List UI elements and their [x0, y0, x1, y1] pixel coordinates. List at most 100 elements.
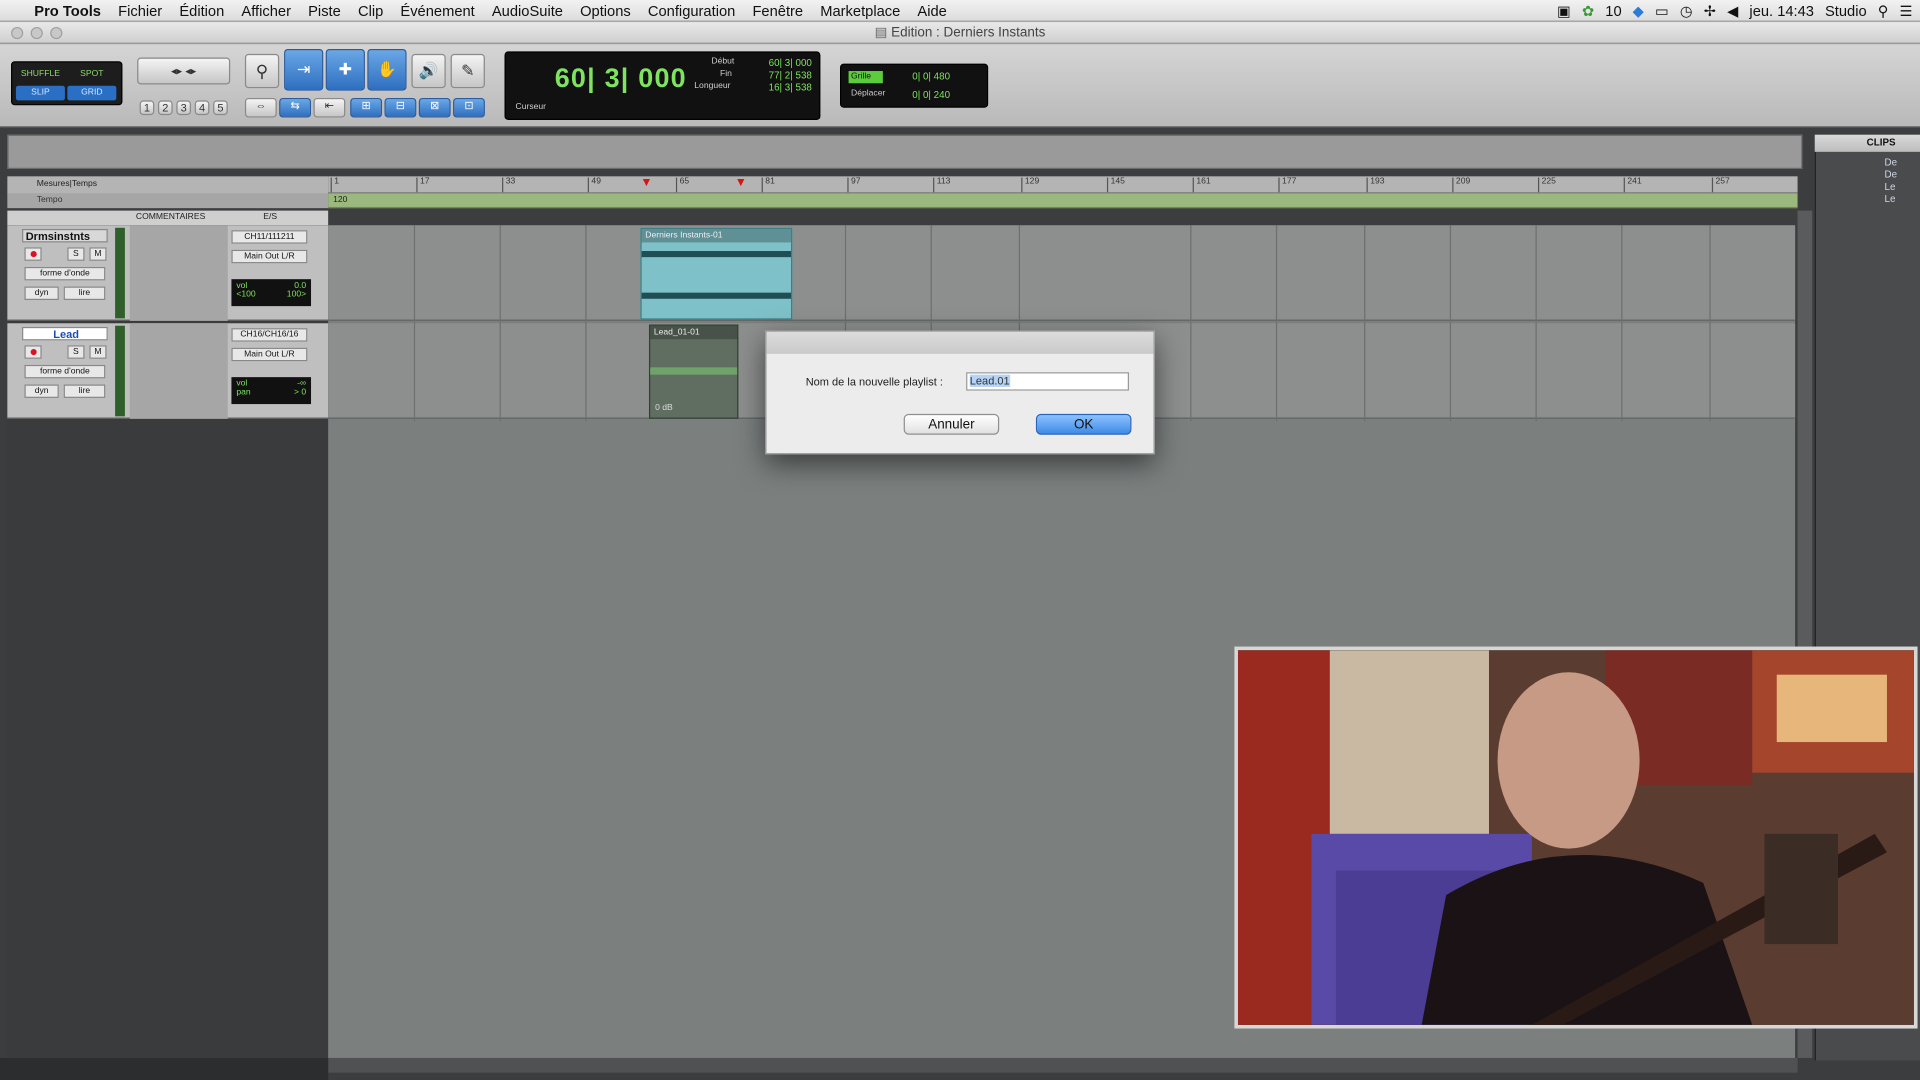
camera-icon[interactable]: ▣: [1557, 2, 1571, 19]
trim-tool-icon[interactable]: ⇥: [284, 48, 324, 91]
mute-button[interactable]: M: [89, 345, 107, 359]
track-input[interactable]: CH16/CH16/16: [231, 328, 308, 342]
clip-list-item[interactable]: Dе: [1821, 157, 1898, 169]
track-output[interactable]: Main Out L/R: [231, 347, 308, 362]
track-comments[interactable]: [129, 225, 228, 321]
volume-readout[interactable]: vol 0.0 <100 100>: [231, 279, 312, 307]
clips-panel-title[interactable]: CLIPS: [1814, 134, 1920, 152]
counter-start-value[interactable]: 60| 3| 000: [753, 58, 812, 69]
loop-icon[interactable]: ⊡: [453, 97, 485, 118]
menu-app-name[interactable]: Pro Tools: [26, 2, 110, 19]
tempo-ruler[interactable]: 120: [328, 193, 1798, 209]
pencil-tool-icon[interactable]: ✎: [450, 53, 485, 89]
zoom-buttons[interactable]: ◂▸ ◂▸: [137, 57, 231, 85]
playlist-name-input[interactable]: Lead.01: [966, 372, 1129, 391]
mode-shuffle[interactable]: SHUFFLE: [16, 67, 65, 82]
volume-readout[interactable]: vol -∞ pan > 0: [231, 377, 312, 405]
status-number[interactable]: 10: [1605, 2, 1621, 19]
follow-playback-icon[interactable]: ⊠: [418, 97, 451, 118]
scrubber-tool-icon[interactable]: 🔊: [411, 53, 446, 89]
cancel-button[interactable]: Annuler: [903, 413, 1000, 435]
track-header-drums[interactable]: Drmsinstnts S M forme d'onde dyn lire CH…: [7, 225, 329, 321]
record-arm-icon[interactable]: [24, 345, 42, 359]
counter-main-value[interactable]: 60| 3| 000: [555, 62, 687, 94]
track-name[interactable]: Lead: [22, 326, 108, 341]
grid-value[interactable]: 0| 0| 480: [912, 71, 950, 82]
menu-marketplace[interactable]: Marketplace: [812, 2, 909, 19]
menu-fenetre[interactable]: Fenêtre: [744, 2, 812, 19]
track-lane-drums[interactable]: [328, 225, 1796, 321]
clips-list[interactable]: Dе De Le Le: [1821, 157, 1898, 206]
mode-grid[interactable]: GRID: [67, 85, 117, 101]
zoom-in-icon[interactable]: ◂▸: [185, 65, 196, 77]
zoomer-tool-icon[interactable]: ⚲: [244, 53, 280, 89]
close-button[interactable]: [11, 26, 24, 40]
nudge-label[interactable]: Déplacer: [851, 89, 885, 98]
automation-dyn[interactable]: dyn: [24, 286, 59, 301]
automation-mode[interactable]: lire: [63, 286, 106, 301]
spotlight-icon[interactable]: ⚲: [1878, 2, 1889, 19]
record-arm-icon[interactable]: [24, 247, 42, 261]
sync-icon[interactable]: ✿: [1582, 2, 1594, 19]
clip-list-item[interactable]: Le: [1821, 193, 1897, 205]
minimize-button[interactable]: [30, 26, 43, 40]
link-track-icon[interactable]: ⊞: [350, 97, 383, 118]
nudge-value[interactable]: 0| 0| 240: [912, 89, 950, 100]
counter-end-value[interactable]: 77| 2| 538: [753, 70, 812, 81]
dialog-title-bar[interactable]: [766, 331, 1154, 354]
track-view-select[interactable]: forme d'onde: [24, 364, 106, 379]
zoom-preset-1[interactable]: 1: [139, 100, 155, 116]
mode-slip[interactable]: SLIP: [15, 85, 65, 101]
automation-dyn[interactable]: dyn: [24, 384, 59, 398]
track-input[interactable]: CH11/111211: [231, 230, 308, 244]
zoom-button[interactable]: [50, 26, 63, 40]
menu-audiosuite[interactable]: AudioSuite: [483, 2, 571, 19]
grabber-tool-icon[interactable]: ✋: [367, 48, 407, 91]
universe-strip[interactable]: [7, 134, 1803, 169]
time-machine-icon[interactable]: ◷: [1680, 2, 1693, 19]
clip-list-item[interactable]: De: [1821, 169, 1898, 181]
menu-evenement[interactable]: Événement: [392, 2, 483, 19]
track-name[interactable]: Drmsinstnts: [22, 228, 108, 243]
zoom-preset-3[interactable]: 3: [176, 100, 192, 116]
clip-gain[interactable]: 0 dB: [655, 404, 673, 413]
zoom-out-icon[interactable]: ◂▸: [171, 65, 182, 77]
zoom-preset-2[interactable]: 2: [157, 100, 173, 116]
menu-fichier[interactable]: Fichier: [110, 2, 171, 19]
track-comments[interactable]: [129, 323, 228, 419]
display-icon[interactable]: ▭: [1655, 2, 1669, 19]
selection-end-marker-icon[interactable]: ▼: [735, 176, 747, 191]
link-timeline-icon[interactable]: ⇆: [279, 97, 312, 118]
menu-edition[interactable]: Édition: [171, 2, 233, 19]
menu-clock[interactable]: jeu. 14:43: [1749, 2, 1814, 19]
tempo-value[interactable]: 120: [333, 193, 347, 208]
audio-clip-lead[interactable]: Lead_01-01 0 dB: [648, 324, 739, 419]
selector-tool-icon[interactable]: ✚: [325, 48, 365, 91]
menu-configuration[interactable]: Configuration: [639, 2, 744, 19]
tempo-ruler-label[interactable]: Tempo: [7, 193, 329, 209]
grid-label[interactable]: Grille: [848, 71, 883, 84]
wifi-icon[interactable]: ◆: [1633, 2, 1644, 19]
menu-user[interactable]: Studio: [1825, 2, 1867, 19]
volume-icon[interactable]: ◀: [1727, 2, 1738, 19]
zoom-preset-5[interactable]: 5: [213, 100, 228, 116]
selection-start-marker-icon[interactable]: ▼: [640, 176, 652, 191]
automation-mode[interactable]: lire: [63, 384, 106, 398]
track-header-lead[interactable]: Lead S M forme d'onde dyn lire CH16/CH16…: [7, 323, 329, 419]
zoom-preset-4[interactable]: 4: [194, 100, 210, 116]
bars-ruler[interactable]: 1 17 33 49 65 81 97 113 129 145 161 177 …: [328, 176, 1798, 194]
menu-options[interactable]: Options: [572, 2, 640, 19]
solo-button[interactable]: S: [67, 345, 85, 359]
mirror-icon[interactable]: ⇤: [313, 97, 346, 118]
bluetooth-icon[interactable]: ✢: [1704, 2, 1716, 19]
ok-button[interactable]: OK: [1035, 413, 1132, 435]
insertion-follows-icon[interactable]: ⊟: [384, 97, 417, 118]
menu-aide[interactable]: Aide: [909, 2, 956, 19]
mode-spot[interactable]: SPOT: [67, 67, 116, 82]
track-view-select[interactable]: forme d'onde: [24, 266, 106, 281]
tab-to-transient-icon[interactable]: ⇔: [244, 97, 277, 118]
horizontal-scrollbar[interactable]: [328, 1057, 1798, 1073]
menu-afficher[interactable]: Afficher: [233, 2, 300, 19]
bars-ruler-label[interactable]: Mesures|Temps: [7, 176, 329, 194]
mute-button[interactable]: M: [89, 247, 107, 261]
